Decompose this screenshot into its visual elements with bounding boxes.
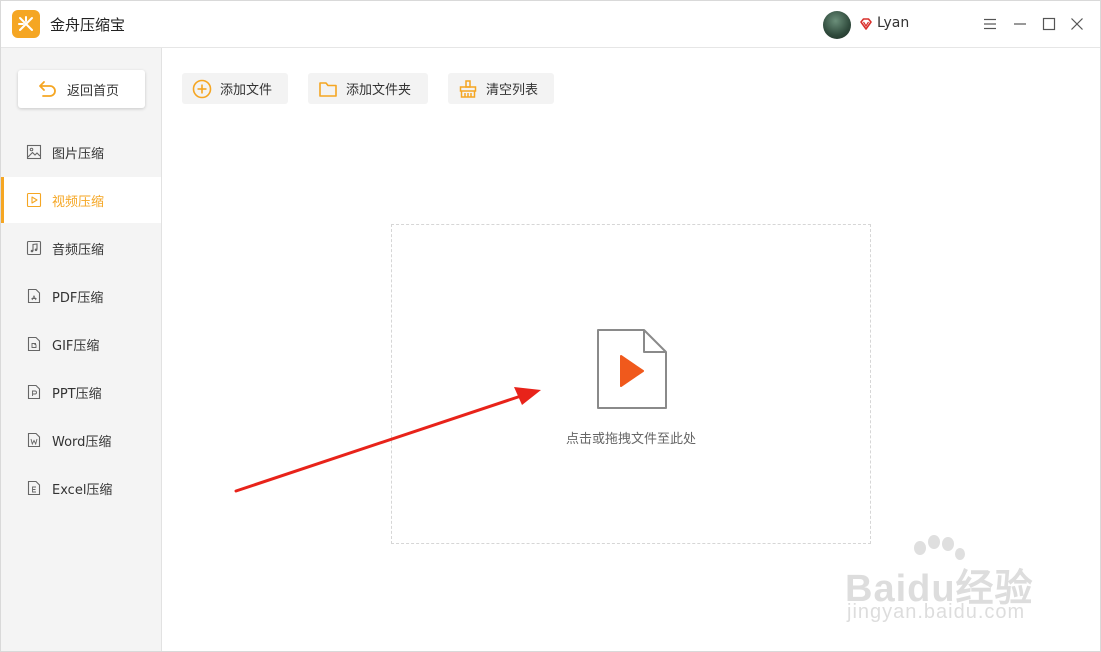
sidebar-item-label: 音频压缩 xyxy=(52,242,105,258)
back-home-button[interactable]: 返回首页 xyxy=(18,70,145,108)
menu-icon[interactable] xyxy=(979,13,1001,35)
sidebar-item-label: PPT压缩 xyxy=(52,386,102,402)
folder-icon xyxy=(319,81,337,97)
video-file-icon xyxy=(597,329,667,409)
app-logo-icon xyxy=(12,10,40,38)
sidebar-item-word[interactable]: Word压缩 xyxy=(1,417,161,463)
sidebar-item-gif[interactable]: GIF压缩 xyxy=(1,321,161,367)
sidebar-item-excel[interactable]: Excel压缩 xyxy=(1,465,161,511)
sidebar-item-pdf[interactable]: PDF压缩 xyxy=(1,273,161,319)
audio-icon xyxy=(26,240,42,256)
drop-hint-text: 点击或拖拽文件至此处 xyxy=(565,432,696,447)
sidebar-item-audio[interactable]: 音频压缩 xyxy=(1,225,161,271)
maximize-icon[interactable] xyxy=(1038,13,1060,35)
sidebar-item-label: Excel压缩 xyxy=(52,482,113,498)
minimize-icon[interactable] xyxy=(1009,13,1031,35)
image-icon xyxy=(26,144,42,160)
app-window: 金舟压缩宝 Lyan 返回首页 图片压缩 视频压缩 音频压缩 PDF压缩 GIF… xyxy=(0,0,1101,652)
sidebar-item-video[interactable]: 视频压缩 xyxy=(1,177,161,223)
sidebar: 返回首页 图片压缩 视频压缩 音频压缩 PDF压缩 GIF压缩 PPT压缩 Wo… xyxy=(1,48,162,651)
sidebar-item-label: PDF压缩 xyxy=(52,290,104,306)
clear-list-button[interactable]: 清空列表 xyxy=(448,73,554,104)
add-file-button[interactable]: 添加文件 xyxy=(182,73,288,104)
sidebar-item-label: GIF压缩 xyxy=(52,338,100,354)
clear-list-label: 清空列表 xyxy=(486,83,539,98)
add-circle-icon xyxy=(192,79,212,98)
gif-icon xyxy=(26,336,42,352)
vip-diamond-icon xyxy=(860,18,872,30)
file-drop-zone[interactable]: 点击或拖拽文件至此处 xyxy=(391,224,871,544)
ppt-icon xyxy=(26,384,42,400)
video-icon xyxy=(26,192,42,208)
app-title: 金舟压缩宝 xyxy=(50,16,126,34)
pdf-icon xyxy=(26,288,42,304)
sidebar-item-ppt[interactable]: PPT压缩 xyxy=(1,369,161,415)
add-file-label: 添加文件 xyxy=(220,83,273,98)
title-bar: 金舟压缩宝 Lyan xyxy=(1,1,1100,48)
sidebar-item-label: 图片压缩 xyxy=(52,146,105,162)
broom-icon xyxy=(459,79,477,98)
sidebar-item-image[interactable]: 图片压缩 xyxy=(1,129,161,175)
add-folder-button[interactable]: 添加文件夹 xyxy=(308,73,428,104)
sidebar-item-label: 视频压缩 xyxy=(52,194,105,210)
excel-icon xyxy=(26,480,42,496)
word-icon xyxy=(26,432,42,448)
add-folder-label: 添加文件夹 xyxy=(346,83,412,98)
back-home-label: 返回首页 xyxy=(67,83,120,99)
avatar[interactable] xyxy=(823,11,851,39)
username[interactable]: Lyan xyxy=(877,15,909,31)
sidebar-item-label: Word压缩 xyxy=(52,434,112,450)
watermark-url: jingyan.baidu.com xyxy=(847,601,1026,623)
close-icon[interactable] xyxy=(1066,13,1088,35)
return-arrow-icon xyxy=(39,81,56,97)
